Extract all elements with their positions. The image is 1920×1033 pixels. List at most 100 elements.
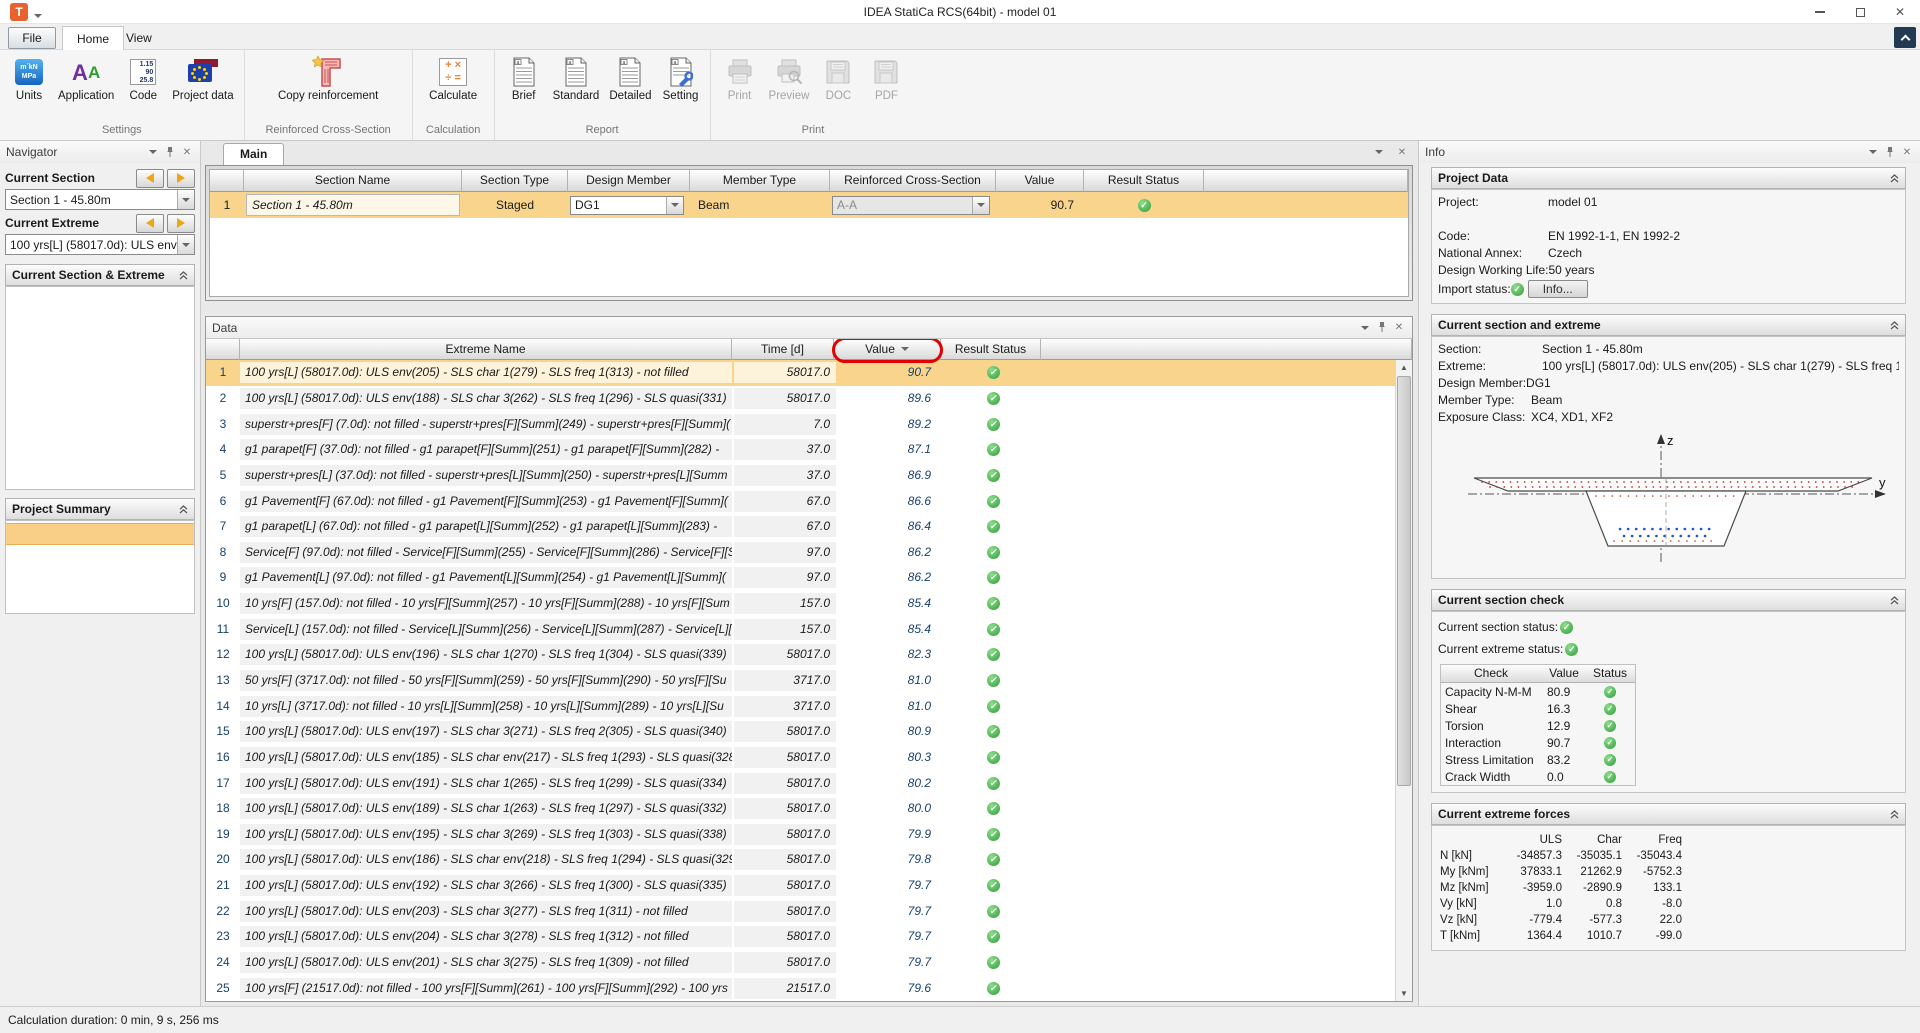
table-row[interactable]: 9 g1 Pavement[L] (97.0d): not filled - g… [206,565,1412,591]
close-icon[interactable]: ✕ [1395,145,1409,159]
sidebar-item[interactable] [6,289,194,311]
table-row[interactable]: 19 100 yrs[L] (58017.0d): ULS env(195) -… [206,822,1412,848]
report-brief-button[interactable]: a Brief [501,53,547,105]
table-row[interactable]: 1 100 yrs[L] (58017.0d): ULS env(205) - … [206,360,1412,386]
table-row[interactable]: 10 10 yrs[F] (157.0d): not filled - 10 y… [206,591,1412,617]
close-icon[interactable]: ✕ [1900,145,1914,159]
design-member-dropdown[interactable]: DG1 [570,196,684,215]
sidebar-item[interactable] [6,399,194,421]
sidebar-item[interactable] [6,567,194,589]
force-uls: 1364.4 [1502,928,1562,944]
current-extreme-dropdown[interactable]: 100 yrs[L] (58017.0d): ULS env [5,234,195,255]
pin-icon[interactable] [1375,321,1389,335]
table-row[interactable]: 17 100 yrs[L] (58017.0d): ULS env(191) -… [206,770,1412,796]
report-standard-button[interactable]: a Standard [549,53,604,105]
ribbon-collapse-button[interactable] [1894,27,1916,48]
table-row[interactable]: 20 100 yrs[L] (58017.0d): ULS env(186) -… [206,847,1412,873]
table-row[interactable]: 5 superstr+pres[L] (37.0d): not filled -… [206,463,1412,489]
project-data-button[interactable]: Project data [168,53,237,105]
reinforced-cross-section-dropdown[interactable]: A-A [832,196,990,215]
group-header-current-section-and-extreme[interactable]: Current section and extreme [1431,314,1906,336]
sidebar-item[interactable] [6,465,194,487]
table-row[interactable]: 24 100 yrs[L] (58017.0d): ULS env(201) -… [206,950,1412,976]
code-button[interactable]: 1.159025.8 Code [120,53,166,105]
table-row[interactable]: 23 100 yrs[L] (58017.0d): ULS env(204) -… [206,924,1412,950]
next-extreme-button[interactable] [167,214,195,233]
copy-reinforcement-button[interactable]: Copy reinforcement [273,53,383,105]
report-setting-button[interactable]: a Setting [658,53,704,105]
table-row[interactable]: 22 100 yrs[L] (58017.0d): ULS env(203) -… [206,898,1412,924]
table-row[interactable]: 7 g1 parapet[L] (67.0d): not filled - g1… [206,514,1412,540]
sidebar-item[interactable] [6,311,194,333]
window-list-icon[interactable] [1372,145,1386,159]
tab-view[interactable]: View [112,26,166,50]
table-row[interactable]: 2 100 yrs[L] (58017.0d): ULS env(188) - … [206,386,1412,412]
header-result-status[interactable]: Result Status [941,339,1041,360]
table-row[interactable]: 21 100 yrs[L] (58017.0d): ULS env(192) -… [206,873,1412,899]
sidebar-item[interactable] [6,355,194,377]
application-button[interactable]: AA Application [54,53,118,105]
report-detailed-button[interactable]: a Detailed [605,53,655,105]
pin-icon[interactable] [163,145,177,159]
sidebar-item[interactable] [6,589,194,611]
close-icon[interactable]: ✕ [180,145,194,159]
scrollbar-thumb[interactable] [1397,376,1411,786]
panel-menu-icon[interactable] [1866,145,1880,159]
table-row[interactable]: 25 100 yrs[F] (21517.0d): not filled - 1… [206,975,1412,1001]
header-reinforced-cross-section[interactable]: Reinforced Cross-Section [830,170,996,192]
maximize-button[interactable] [1840,0,1880,24]
next-section-button[interactable] [167,169,195,188]
tab-file[interactable]: File [8,27,56,49]
table-row[interactable]: 12 100 yrs[L] (58017.0d): ULS env(196) -… [206,642,1412,668]
header-time[interactable]: Time [d] [732,339,834,360]
table-row[interactable]: 4 g1 parapet[F] (37.0d): not filled - g1… [206,437,1412,463]
header-value[interactable]: Value [996,170,1084,192]
table-row[interactable]: 16 100 yrs[L] (58017.0d): ULS env(185) -… [206,745,1412,771]
sidebar-item[interactable] [6,545,194,567]
header-section-name[interactable]: Section Name [244,170,462,192]
group-header-project-data[interactable]: Project Data [1431,167,1906,189]
pin-icon[interactable] [1883,145,1897,159]
group-header-current-extreme-forces[interactable]: Current extreme forces [1431,803,1906,825]
close-icon[interactable]: ✕ [1392,321,1406,335]
prev-section-button[interactable] [136,169,164,188]
sidebar-item[interactable] [6,333,194,355]
group-header-current-section-check[interactable]: Current section check [1431,589,1906,611]
panel-menu-icon[interactable] [146,145,160,159]
calculate-button[interactable]: + ×÷ = Calculate [425,53,481,105]
sidebar-item[interactable] [6,523,194,545]
table-row[interactable]: 3 superstr+pres[F] (7.0d): not filled - … [206,411,1412,437]
group-header-project-summary[interactable]: Project Summary [5,498,195,520]
table-row[interactable]: 13 50 yrs[F] (3717.0d): not filled - 50 … [206,668,1412,694]
current-section-dropdown[interactable]: Section 1 - 45.80m [5,189,195,210]
vertical-scrollbar[interactable]: ▲ ▼ [1395,360,1412,1001]
sidebar-item[interactable] [6,443,194,465]
table-row[interactable]: 18 100 yrs[L] (58017.0d): ULS env(189) -… [206,796,1412,822]
units-button[interactable]: m´kNMPa Units [6,53,52,105]
table-row[interactable]: 6 g1 Pavement[F] (67.0d): not filled - g… [206,488,1412,514]
scroll-up-button[interactable]: ▲ [1396,360,1412,375]
table-row[interactable]: 15 100 yrs[L] (58017.0d): ULS env(197) -… [206,719,1412,745]
prev-extreme-button[interactable] [136,214,164,233]
sidebar-item[interactable] [6,377,194,399]
section-name-cell[interactable]: Section 1 - 45.80m [246,194,460,216]
header-member-type[interactable]: Member Type [690,170,830,192]
tab-main[interactable]: Main [223,143,284,165]
sidebar-item[interactable] [6,421,194,443]
header-design-member[interactable]: Design Member [568,170,690,192]
header-section-type[interactable]: Section Type [462,170,568,192]
minimize-button[interactable] [1800,0,1840,24]
table-row[interactable]: 1 Section 1 - 45.80m Staged DG1 Beam A-A [210,192,1408,218]
close-button[interactable]: ✕ [1880,0,1920,24]
group-header-current-section-extreme[interactable]: Current Section & Extreme [5,264,195,286]
table-row[interactable]: 8 Service[F] (97.0d): not filled - Servi… [206,539,1412,565]
table-row[interactable]: 11 Service[L] (157.0d): not filled - Ser… [206,616,1412,642]
table-row[interactable]: 14 10 yrs[L] (3717.0d): not filled - 10 … [206,693,1412,719]
header-extreme-name[interactable]: Extreme Name [240,339,732,360]
check-table: Check Value Status Capacity N-M-M 80.9 S… [1440,664,1636,786]
info-button[interactable]: Info... [1528,280,1588,298]
scroll-down-button[interactable]: ▼ [1396,986,1412,1001]
panel-menu-icon[interactable] [1358,321,1372,335]
header-result-status[interactable]: Result Status [1084,170,1204,192]
header-value-sorted[interactable]: Value [834,339,941,360]
